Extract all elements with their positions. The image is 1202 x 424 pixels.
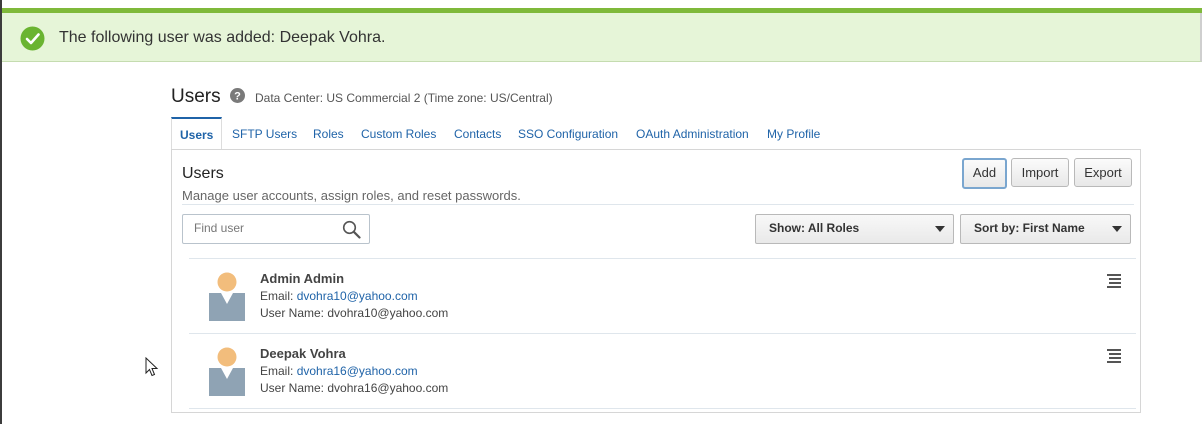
tab-roles[interactable]: Roles [313, 117, 344, 148]
email-label: Email: [260, 364, 294, 378]
svg-text:?: ? [234, 91, 241, 103]
chevron-down-icon [1112, 226, 1122, 232]
user-email: Email: dvohra10@yahoo.com [260, 289, 418, 303]
panel-description: Manage user accounts, assign roles, and … [182, 188, 521, 203]
sort-by-label: Sort by: First Name [974, 221, 1085, 235]
search-input[interactable] [192, 220, 336, 236]
window-edge [0, 0, 2, 424]
user-email: Email: dvohra16@yahoo.com [260, 364, 418, 378]
username-value: dvohra10@yahoo.com [327, 306, 449, 320]
avatar-icon [209, 272, 245, 321]
search-icon[interactable] [342, 220, 361, 239]
username-label: User Name: [260, 381, 325, 395]
tab-sftp-users[interactable]: SFTP Users [232, 117, 297, 148]
banner-message: The following user was added: Deepak Voh… [59, 29, 386, 46]
tab-users[interactable]: Users [171, 117, 223, 150]
sort-by-select[interactable]: Sort by: First Name [960, 214, 1131, 244]
panel-title: Users [182, 165, 224, 182]
show-roles-label: Show: All Roles [769, 221, 860, 235]
header-divider [182, 204, 1134, 205]
help-icon[interactable]: ? [230, 88, 245, 103]
menu-icon[interactable] [1106, 348, 1122, 364]
check-circle-icon [20, 26, 45, 51]
user-username: User Name: dvohra10@yahoo.com [260, 306, 448, 320]
tab-my-profile[interactable]: My Profile [767, 117, 820, 148]
tab-contacts[interactable]: Contacts [454, 117, 501, 148]
avatar-icon [209, 347, 245, 396]
row-divider [189, 408, 1136, 409]
add-button[interactable]: Add [962, 158, 1007, 189]
users-panel: Users Manage user accounts, assign roles… [171, 149, 1141, 413]
data-center-info: Data Center: US Commercial 2 (Time zone:… [255, 91, 553, 105]
export-button[interactable]: Export [1074, 158, 1132, 187]
show-roles-select[interactable]: Show: All Roles [755, 214, 954, 244]
list-top-divider [189, 258, 1136, 259]
email-link[interactable]: dvohra16@yahoo.com [297, 364, 418, 378]
list-item[interactable]: Admin Admin Email: dvohra10@yahoo.com Us… [189, 260, 1136, 334]
tab-custom-roles[interactable]: Custom Roles [361, 117, 436, 148]
username-label: User Name: [260, 306, 325, 320]
list-item[interactable]: Deepak Vohra Email: dvohra16@yahoo.com U… [189, 335, 1136, 409]
row-divider [189, 333, 1136, 334]
success-banner: The following user was added: Deepak Voh… [2, 13, 1202, 62]
user-name: Deepak Vohra [260, 346, 346, 361]
user-username: User Name: dvohra16@yahoo.com [260, 381, 448, 395]
tab-sso-configuration[interactable]: SSO Configuration [518, 117, 618, 148]
tab-oauth-administration[interactable]: OAuth Administration [636, 117, 749, 148]
username-value: dvohra16@yahoo.com [327, 381, 449, 395]
mouse-pointer-icon [145, 357, 159, 377]
chevron-down-icon [935, 226, 945, 232]
find-user-field[interactable] [182, 214, 370, 244]
email-label: Email: [260, 289, 294, 303]
email-link[interactable]: dvohra10@yahoo.com [297, 289, 418, 303]
import-button[interactable]: Import [1011, 158, 1069, 187]
menu-icon[interactable] [1106, 273, 1122, 289]
page-title: Users [171, 86, 221, 107]
user-name: Admin Admin [260, 271, 345, 286]
